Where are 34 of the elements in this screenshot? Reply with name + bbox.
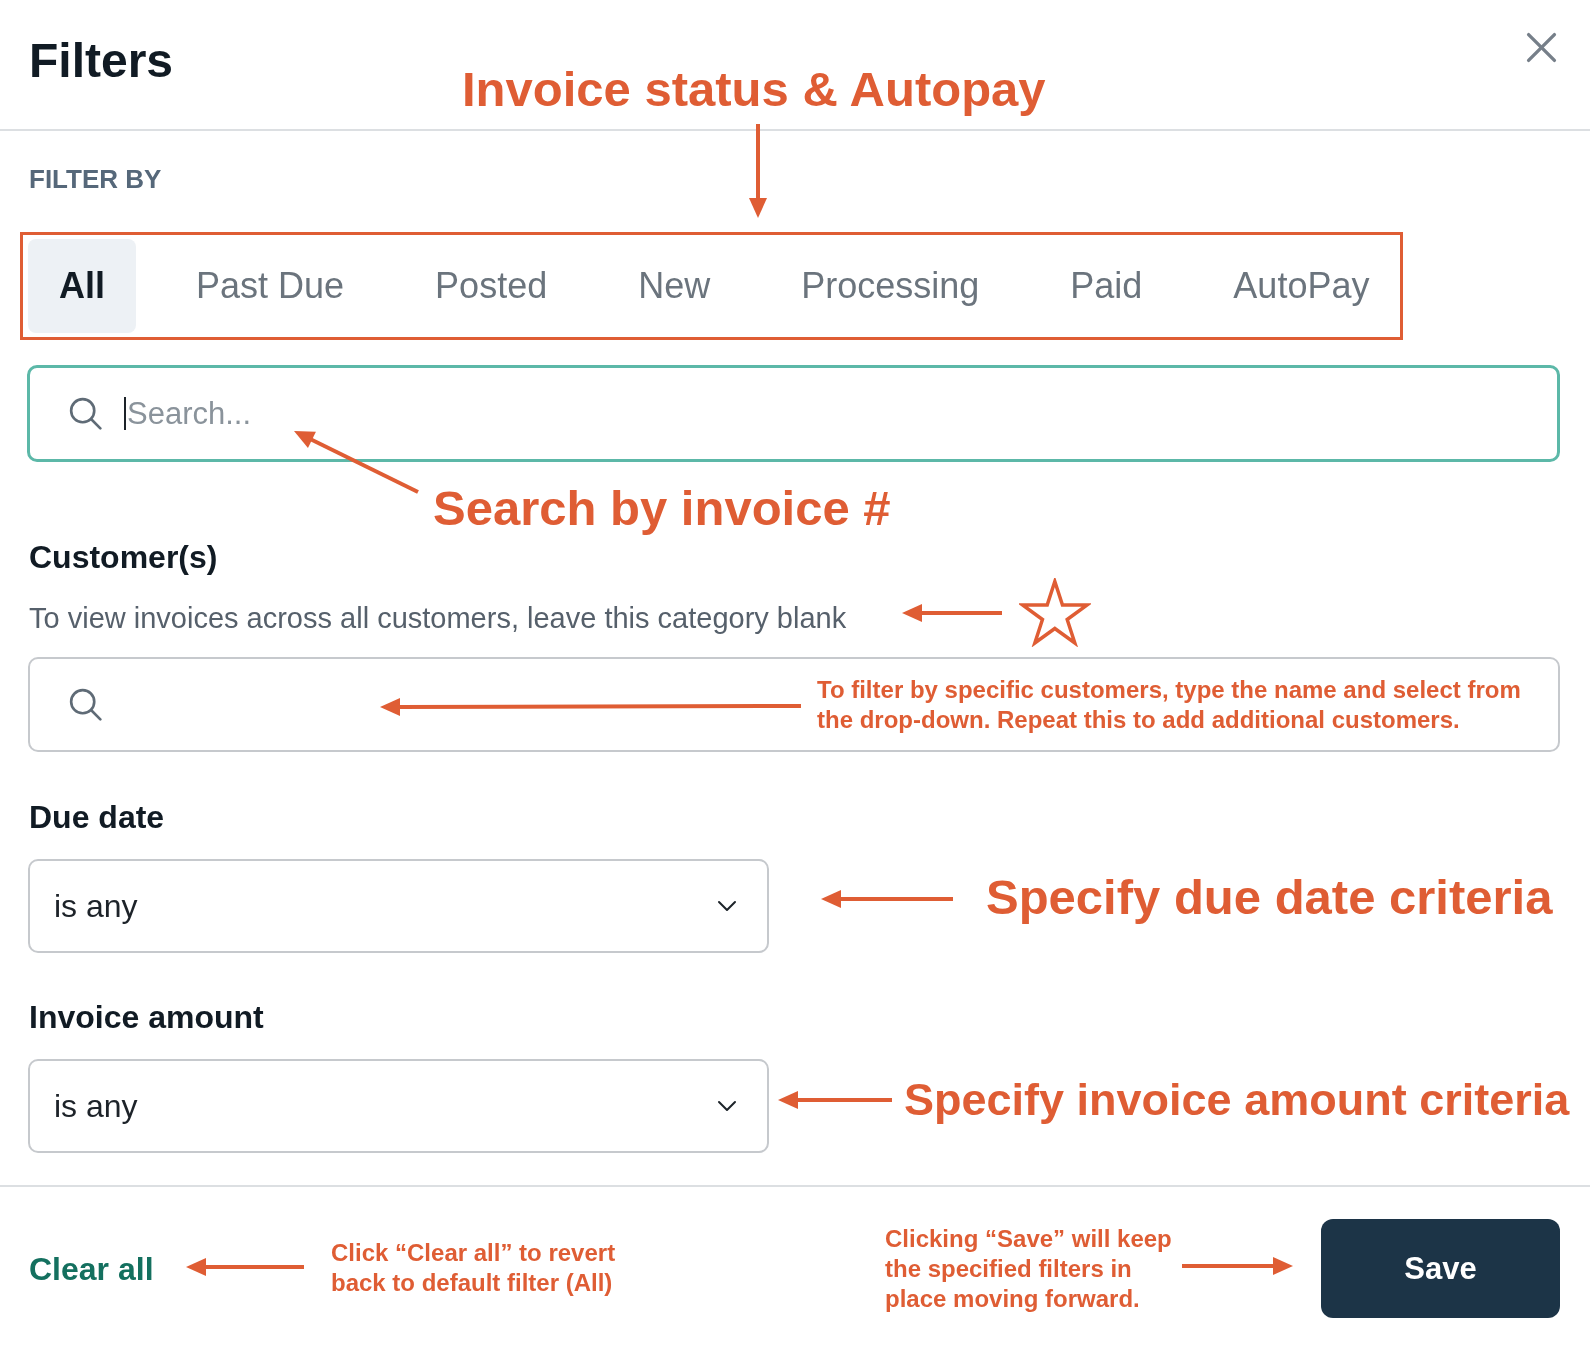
chevron-down-icon: [717, 900, 737, 912]
filter-tab[interactable]: Past Due: [165, 239, 376, 333]
filter-tab[interactable]: Processing: [770, 239, 1011, 333]
callout-heading: Specify due date criteria: [986, 873, 1553, 922]
dialog-title: Filters: [29, 33, 174, 85]
search-icon: [69, 397, 102, 430]
field-label: Due date: [29, 801, 165, 833]
filter-tab[interactable]: Posted: [404, 239, 579, 333]
search-icon: [69, 688, 102, 721]
field-label: Customer(s): [29, 541, 218, 573]
chevron-down-icon: [717, 1100, 737, 1112]
callout-note: Clicking “Save” will keep the specified filters in place moving forward.: [885, 1224, 1172, 1314]
search-field[interactable]: Search...: [27, 365, 1560, 462]
clear-all-link[interactable]: Clear all: [29, 1252, 154, 1285]
callout-heading: Search by invoice #: [433, 484, 891, 533]
filter-tab[interactable]: Paid: [1039, 239, 1174, 333]
star-icon: [1019, 578, 1091, 647]
callout-note: To filter by specific customers, type the name and select from the drop-down. Repeat this to add additional customers.: [817, 675, 1521, 735]
close-button[interactable]: [1526, 32, 1557, 63]
close-icon: [1526, 32, 1557, 63]
section-label: FILTER BY: [29, 166, 162, 192]
text-cursor: [124, 397, 126, 430]
field-description: To view invoices across all customers, leave this category blank: [29, 604, 847, 633]
callout-note: Click “Clear all” to revert back to default filter (All): [331, 1238, 616, 1298]
callout-heading: Invoice status & Autopay: [462, 65, 1046, 114]
field-label: Invoice amount: [29, 1001, 264, 1033]
filter-tab[interactable]: New: [607, 239, 742, 333]
due-date-select[interactable]: is any: [28, 859, 769, 953]
callout-heading: Specify invoice amount criteria: [904, 1077, 1570, 1122]
filter-tab[interactable]: All: [28, 239, 136, 333]
customer-search-field[interactable]: [28, 657, 1560, 752]
save-button[interactable]: Save: [1321, 1219, 1560, 1318]
filter-tab[interactable]: AutoPay: [1202, 239, 1401, 333]
invoice-amount-select[interactable]: is any: [28, 1059, 769, 1153]
